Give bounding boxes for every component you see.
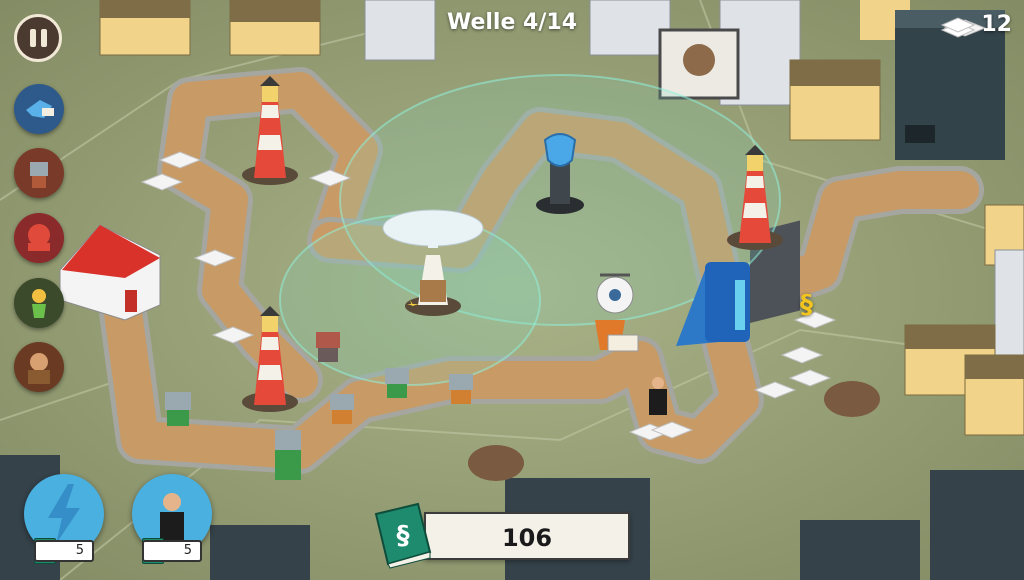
money-value: 106	[501, 524, 553, 552]
octopus-enemy-icon[interactable]	[14, 213, 64, 263]
robot-enemy	[165, 392, 191, 426]
robot-enemy	[385, 368, 409, 398]
octopus-glyph	[28, 224, 50, 251]
brute-enemy-icon[interactable]	[14, 342, 64, 392]
agent-cost: 5	[142, 540, 202, 562]
brute-glyph	[28, 353, 50, 384]
bird-enemy-icon[interactable]	[14, 84, 64, 134]
bird-glyph	[26, 100, 54, 118]
lightning-cost: 5	[34, 540, 94, 562]
robot-enemy	[275, 430, 301, 480]
fairy-enemy-icon[interactable]	[14, 278, 64, 328]
robot-enemy	[330, 394, 354, 424]
robot-enemy	[316, 332, 340, 362]
paragraph-pickup[interactable]: §	[800, 290, 813, 320]
wave-counter: Welle 4/14	[446, 10, 578, 35]
robot-enemy-icon[interactable]	[14, 148, 64, 198]
money-symbol: §	[397, 521, 410, 551]
gem-stack-icon	[940, 17, 976, 38]
fairy-glyph	[32, 289, 46, 318]
robot-enemy	[449, 374, 473, 404]
law-book-icon: §	[374, 502, 432, 569]
money-display: 106	[424, 512, 630, 560]
robot-glyph	[30, 162, 48, 188]
gem-count: 12	[981, 12, 1012, 37]
